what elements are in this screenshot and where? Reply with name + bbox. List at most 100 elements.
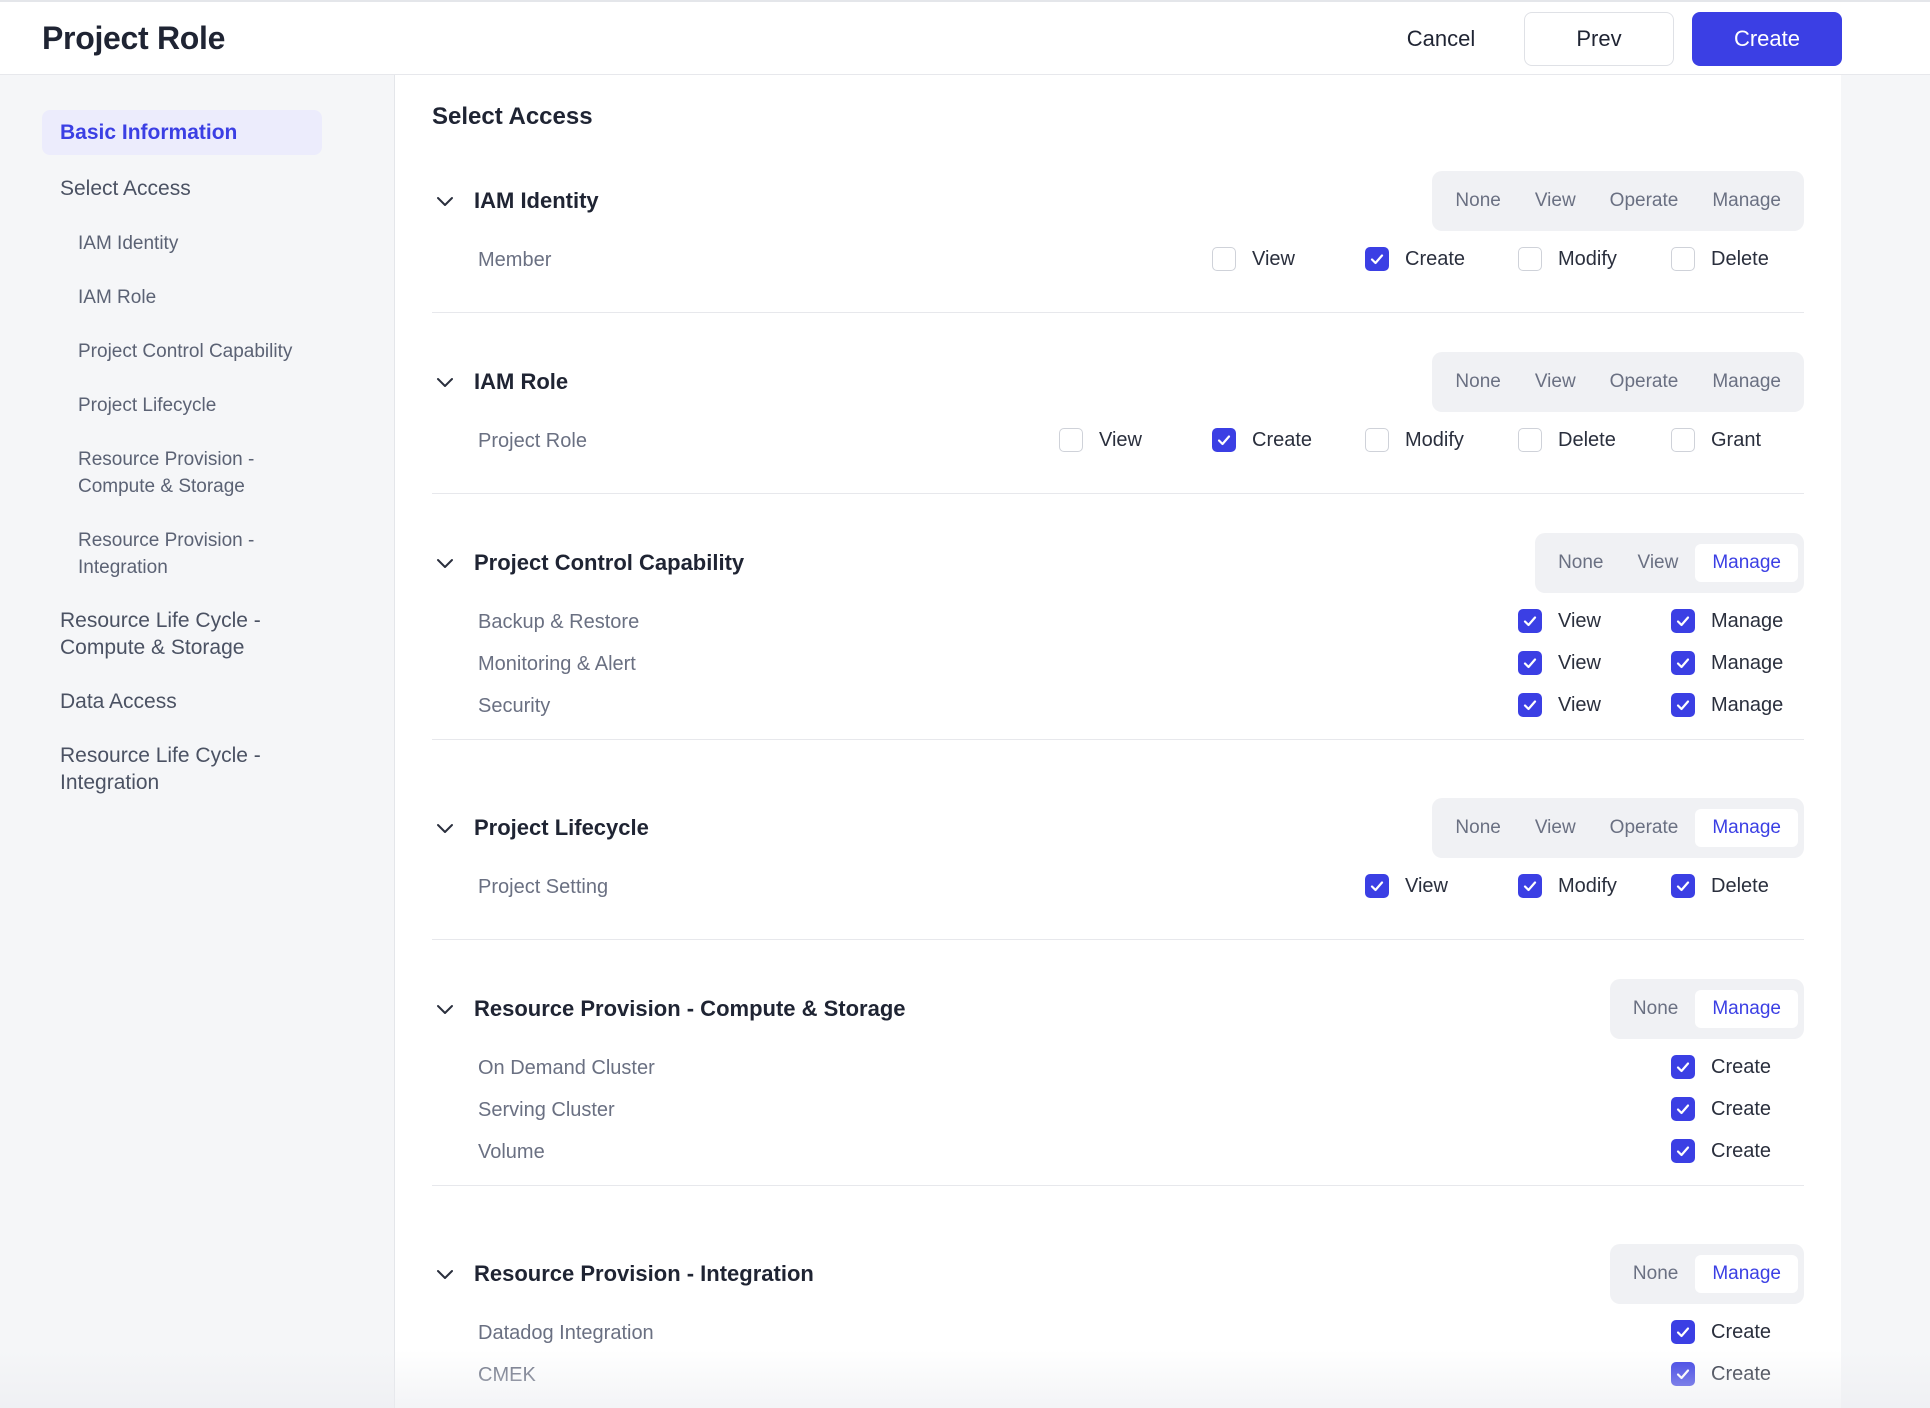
section-divider <box>432 1185 1804 1186</box>
permission-label: Modify <box>1558 247 1617 270</box>
permission-modify[interactable]: Modify <box>1365 428 1464 452</box>
sidebar-item-resource-life-cycle-integration[interactable]: Resource Life Cycle - Integration <box>60 742 300 796</box>
level-option-none[interactable]: None <box>1616 1255 1695 1293</box>
chevron-down-icon[interactable] <box>434 817 456 839</box>
checkbox-checked[interactable] <box>1671 1097 1695 1121</box>
checkbox-unchecked[interactable] <box>1059 428 1083 452</box>
section-divider <box>432 939 1804 940</box>
level-option-operate[interactable]: Operate <box>1593 182 1696 220</box>
permission-row-label: Monitoring & Alert <box>478 653 636 675</box>
permission-modify[interactable]: Modify <box>1518 874 1617 898</box>
checkbox-unchecked[interactable] <box>1212 247 1236 271</box>
section-title: Resource Provision - Compute & Storage <box>474 996 906 1021</box>
permission-manage[interactable]: Manage <box>1671 651 1783 675</box>
level-option-manage[interactable]: Manage <box>1695 990 1798 1028</box>
level-option-manage[interactable]: Manage <box>1695 809 1798 847</box>
level-option-none[interactable]: None <box>1541 544 1620 582</box>
permission-label: View <box>1099 428 1142 451</box>
chevron-down-icon[interactable] <box>434 371 456 393</box>
chevron-down-icon[interactable] <box>434 552 456 574</box>
checkbox-checked[interactable] <box>1212 428 1236 452</box>
permission-grant[interactable]: Grant <box>1671 428 1761 452</box>
sidebar-item-basic-information[interactable]: Basic Information <box>42 110 322 155</box>
permission-manage[interactable]: Manage <box>1671 609 1783 633</box>
checkbox-checked[interactable] <box>1671 609 1695 633</box>
permission-create[interactable]: Create <box>1365 247 1465 271</box>
level-option-manage[interactable]: Manage <box>1695 544 1798 582</box>
permission-view[interactable]: View <box>1518 609 1601 633</box>
check-icon <box>1676 616 1690 627</box>
permission-label: Modify <box>1405 428 1464 451</box>
checkbox-checked[interactable] <box>1671 874 1695 898</box>
checkbox-checked[interactable] <box>1365 247 1389 271</box>
chevron-down-icon[interactable] <box>434 190 456 212</box>
permission-delete[interactable]: Delete <box>1671 874 1769 898</box>
checkbox-checked[interactable] <box>1671 1320 1695 1344</box>
permission-view[interactable]: View <box>1212 247 1295 271</box>
sidebar-item-resource-provision-integration[interactable]: Resource Provision - Integration <box>78 527 278 581</box>
permission-view[interactable]: View <box>1059 428 1142 452</box>
level-option-none[interactable]: None <box>1438 363 1517 401</box>
permission-create[interactable]: Create <box>1671 1320 1771 1344</box>
checkbox-unchecked[interactable] <box>1518 247 1542 271</box>
permission-view[interactable]: View <box>1518 651 1601 675</box>
checkbox-checked[interactable] <box>1518 874 1542 898</box>
level-option-operate[interactable]: Operate <box>1593 363 1696 401</box>
checkbox-checked[interactable] <box>1671 1362 1695 1386</box>
checkbox-unchecked[interactable] <box>1671 247 1695 271</box>
permission-create[interactable]: Create <box>1212 428 1312 452</box>
cancel-button[interactable]: Cancel <box>1370 12 1512 66</box>
access-section-project-lifecycle: Project Lifecycle None View Operate Manage Pr… <box>432 798 1804 1000</box>
chevron-down-icon[interactable] <box>434 1263 456 1285</box>
checkbox-checked[interactable] <box>1518 693 1542 717</box>
level-option-manage[interactable]: Manage <box>1695 363 1798 401</box>
sidebar-item-project-control-capability[interactable]: Project Control Capability <box>78 338 292 365</box>
sidebar-item-data-access[interactable]: Data Access <box>60 688 177 715</box>
level-option-view[interactable]: View <box>1620 544 1695 582</box>
prev-button[interactable]: Prev <box>1524 12 1674 66</box>
check-icon <box>1676 1104 1690 1115</box>
permission-label: Manage <box>1711 693 1784 716</box>
check-icon <box>1676 658 1690 669</box>
level-option-view[interactable]: View <box>1518 809 1593 847</box>
permission-view[interactable]: View <box>1365 874 1448 898</box>
checkbox-unchecked[interactable] <box>1671 428 1695 452</box>
level-option-manage[interactable]: Manage <box>1695 1255 1798 1293</box>
permission-create[interactable]: Create <box>1671 1362 1771 1386</box>
sidebar-item-select-access[interactable]: Select Access <box>60 175 191 202</box>
sidebar-item-project-lifecycle[interactable]: Project Lifecycle <box>78 392 216 419</box>
checkbox-unchecked[interactable] <box>1365 428 1389 452</box>
checkbox-checked[interactable] <box>1518 609 1542 633</box>
checkbox-checked[interactable] <box>1365 874 1389 898</box>
checkbox-checked[interactable] <box>1671 693 1695 717</box>
permission-modify[interactable]: Modify <box>1518 247 1617 271</box>
checkbox-checked[interactable] <box>1671 1055 1695 1079</box>
permission-delete[interactable]: Delete <box>1518 428 1616 452</box>
permission-delete[interactable]: Delete <box>1671 247 1769 271</box>
level-option-view[interactable]: View <box>1518 363 1593 401</box>
permission-create[interactable]: Create <box>1671 1139 1771 1163</box>
sidebar-item-iam-identity[interactable]: IAM Identity <box>78 230 178 257</box>
level-option-none[interactable]: None <box>1616 990 1695 1028</box>
level-option-none[interactable]: None <box>1438 182 1517 220</box>
permission-create[interactable]: Create <box>1671 1097 1771 1121</box>
level-option-operate[interactable]: Operate <box>1593 809 1696 847</box>
level-option-view[interactable]: View <box>1518 182 1593 220</box>
level-option-none[interactable]: None <box>1438 809 1517 847</box>
checkbox-checked[interactable] <box>1671 651 1695 675</box>
permission-label: Delete <box>1711 874 1769 897</box>
checkbox-checked[interactable] <box>1518 651 1542 675</box>
level-option-manage[interactable]: Manage <box>1695 182 1798 220</box>
chevron-down-icon[interactable] <box>434 998 456 1020</box>
permission-label: View <box>1558 651 1601 674</box>
checkbox-checked[interactable] <box>1671 1139 1695 1163</box>
create-button[interactable]: Create <box>1692 12 1842 66</box>
permission-view[interactable]: View <box>1518 693 1601 717</box>
sidebar-item-resource-provision-compute-storage[interactable]: Resource Provision - Compute & Storage <box>78 446 278 500</box>
permission-create[interactable]: Create <box>1671 1055 1771 1079</box>
check-icon <box>1217 435 1231 446</box>
sidebar-item-iam-role[interactable]: IAM Role <box>78 284 156 311</box>
permission-manage[interactable]: Manage <box>1671 693 1783 717</box>
checkbox-unchecked[interactable] <box>1518 428 1542 452</box>
sidebar-item-resource-life-cycle-compute-storage[interactable]: Resource Life Cycle - Compute & Storage <box>60 607 300 661</box>
